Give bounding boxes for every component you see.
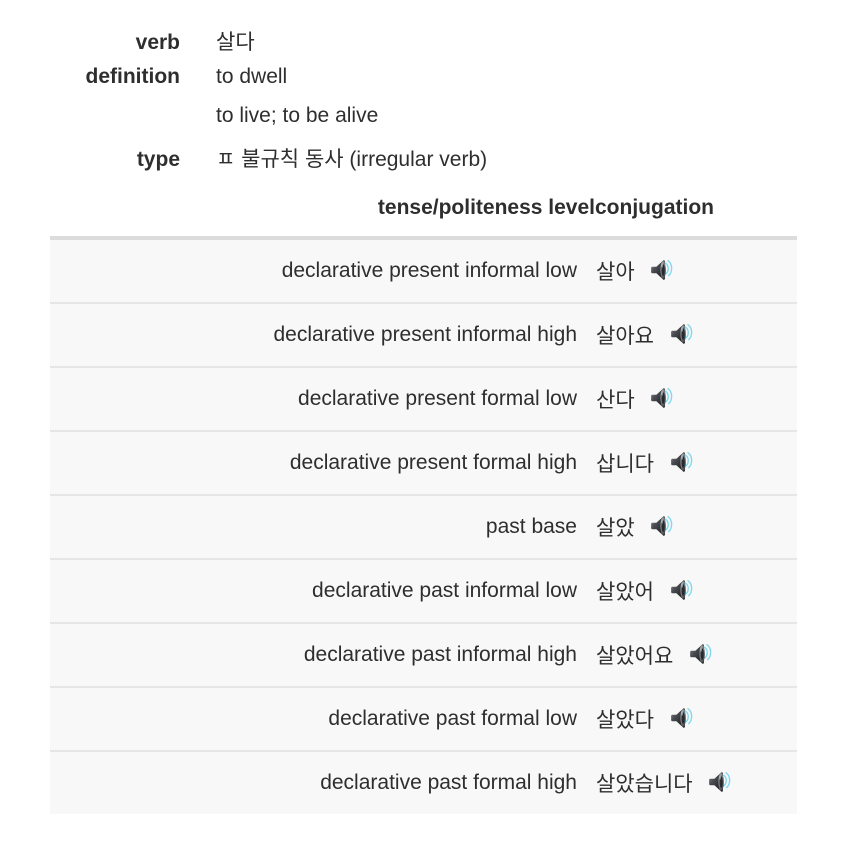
conjugation-text: 살았어요 <box>596 645 674 668</box>
column-header-conjugation: conjugation <box>595 196 797 238</box>
cell-tense: declarative past formal high <box>50 750 595 814</box>
table-body: declarative present informal low 살아 decl… <box>50 236 797 814</box>
conjugation-text: 살았어 <box>596 581 654 604</box>
cell-tense: declarative past informal high <box>50 622 595 687</box>
cell-tense: declarative past formal low <box>50 686 595 751</box>
cell-tense: declarative present formal low <box>50 366 595 431</box>
speaker-icon[interactable] <box>649 386 675 410</box>
conjugation-table-container: tense/politeness level conjugation decla… <box>0 196 850 814</box>
speaker-icon[interactable] <box>649 258 675 282</box>
entry-label: type <box>136 148 180 171</box>
cell-conjugation: 살아 <box>595 236 797 303</box>
column-header-tense: tense/politeness level <box>50 196 595 238</box>
speaker-icon[interactable] <box>669 322 695 346</box>
cell-conjugation: 살아요 <box>595 302 797 367</box>
entry-row: type ㅍ 불규칙 동사 (irregular verb) <box>0 143 850 182</box>
entry-label: definition <box>85 65 180 88</box>
conjugation-text: 산다 <box>596 389 635 412</box>
cell-tense: declarative present informal high <box>50 302 595 367</box>
cell-tense: declarative past informal low <box>50 558 595 623</box>
cell-conjugation: 삽니다 <box>595 430 797 495</box>
entry-info-block: verb 살다 definition to dwell to live; to be a… <box>0 0 850 182</box>
table-row: declarative present formal low 산다 <box>50 366 797 431</box>
speaker-icon[interactable] <box>688 642 714 666</box>
speaker-icon[interactable] <box>669 578 695 602</box>
conjugation-text: 삽니다 <box>596 453 654 476</box>
entry-label: verb <box>135 31 180 54</box>
cell-conjugation: 살았어 <box>595 558 797 623</box>
conjugation-text: 살아요 <box>596 325 654 348</box>
table-header-row: tense/politeness level conjugation <box>50 196 797 238</box>
cell-conjugation: 살았습니다 <box>595 750 797 814</box>
cell-tense: declarative present formal high <box>50 430 595 495</box>
conjugation-table: tense/politeness level conjugation decla… <box>50 196 797 814</box>
cell-tense: declarative present informal low <box>50 236 595 303</box>
conjugation-text: 살았 <box>596 517 635 540</box>
entry-value: ㅍ 불규칙 동사 (irregular verb) <box>216 148 488 171</box>
table-row: declarative past informal high 살았어요 <box>50 622 797 687</box>
table-row: declarative past formal high 살았습니다 <box>50 750 797 814</box>
entry-value: 살다 <box>216 31 255 54</box>
speaker-icon[interactable] <box>669 706 695 730</box>
conjugation-text: 살았다 <box>596 709 654 732</box>
table-row: past base 살았 <box>50 494 797 559</box>
conjugation-text: 살아 <box>596 261 635 284</box>
table-row: declarative present formal high 삽니다 <box>50 430 797 495</box>
table-header: tense/politeness level conjugation <box>50 196 797 238</box>
speaker-icon[interactable] <box>707 770 733 794</box>
entry-row: verb 살다 <box>0 26 850 65</box>
entry-value: to live; to be alive <box>216 104 379 127</box>
cell-conjugation: 산다 <box>595 366 797 431</box>
entry-row: to live; to be alive <box>0 104 850 143</box>
conjugation-text: 살았습니다 <box>596 773 693 796</box>
table-row: declarative present informal low 살아 <box>50 236 797 303</box>
cell-conjugation: 살았 <box>595 494 797 559</box>
table-row: declarative past formal low 살았다 <box>50 686 797 751</box>
cell-tense: past base <box>50 494 595 559</box>
entry-row: definition to dwell <box>0 65 850 104</box>
table-row: declarative past informal low 살았어 <box>50 558 797 623</box>
entry-value: to dwell <box>216 65 288 88</box>
speaker-icon[interactable] <box>649 514 675 538</box>
table-row: declarative present informal high 살아요 <box>50 302 797 367</box>
cell-conjugation: 살았다 <box>595 686 797 751</box>
cell-conjugation: 살았어요 <box>595 622 797 687</box>
speaker-icon[interactable] <box>669 450 695 474</box>
